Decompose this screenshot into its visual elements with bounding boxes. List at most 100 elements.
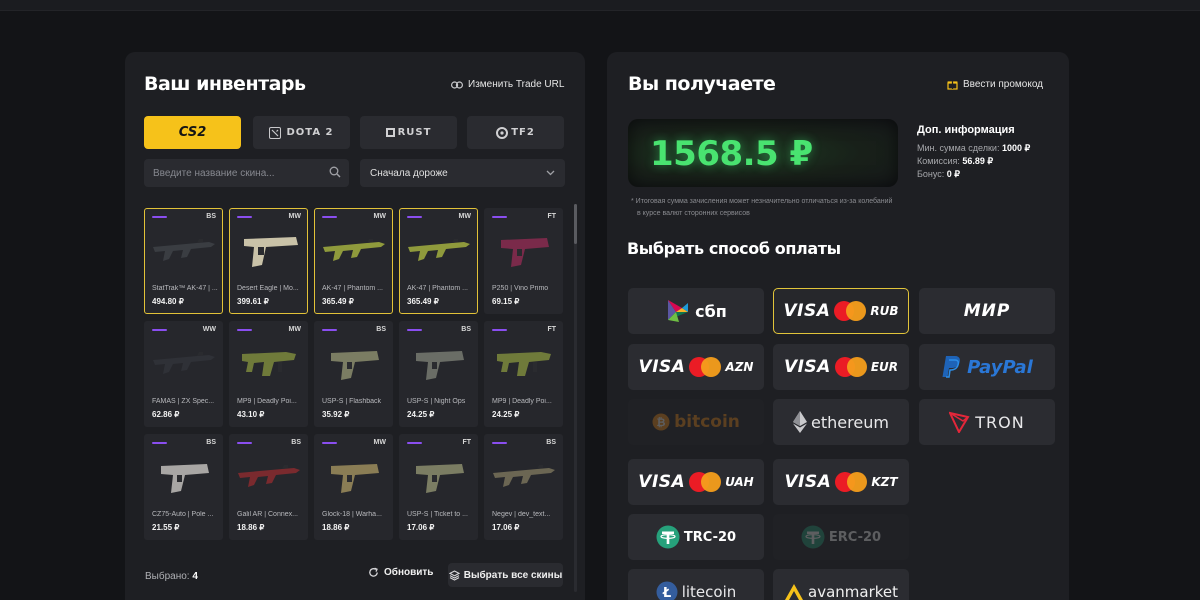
item-price: 399.61 ₽ [237, 297, 269, 306]
item-wear: BS [206, 213, 216, 220]
inventory-scrollbar-thumb[interactable] [574, 204, 577, 244]
tab-dota2[interactable]: DOTA 2 [253, 116, 350, 149]
litecoin-icon: Ł [656, 581, 678, 600]
pay-erc20[interactable]: ERC-20 [773, 514, 909, 560]
pay-visa-eur[interactable]: VISA EUR [773, 344, 909, 390]
change-trade-url-label: Изменить Trade URL [468, 79, 565, 90]
item-price: 69.15 ₽ [492, 297, 520, 306]
selected-label: Выбрано: [145, 571, 190, 582]
pay-sbp[interactable]: сбп [628, 288, 764, 334]
enter-promo-code-link[interactable]: Ввести промокод [947, 79, 1043, 90]
rarity-bar [492, 216, 507, 218]
erc20-label: ERC-20 [828, 529, 882, 545]
inventory-item-card[interactable]: MW Desert Eagle | Mo... 399.61 ₽ [229, 208, 308, 314]
item-name: AK-47 | Phantom ... [407, 285, 468, 292]
item-price: 494.80 ₽ [152, 297, 184, 306]
item-wear: FT [547, 326, 556, 333]
chevron-down-icon [546, 170, 555, 176]
dota-icon [269, 126, 282, 139]
mastercard-icon [834, 357, 867, 377]
inventory-item-card[interactable]: BS StatTrak™ AK-47 | ... 494.80 ₽ [144, 208, 223, 314]
visa-logo: VISA [783, 357, 831, 377]
info-min-deal: Мин. сумма сделки: 1000 ₽ [917, 143, 1030, 154]
pay-litecoin[interactable]: Ł litecoin [628, 569, 764, 600]
rust-label: RUST [397, 127, 432, 138]
currency-eur: EUR [870, 360, 899, 374]
inventory-scrollbar-track[interactable] [574, 204, 577, 592]
pay-ethereum[interactable]: ethereum [773, 399, 909, 445]
weapon-image [491, 451, 557, 503]
pay-visa-azn[interactable]: VISA AZN [628, 344, 764, 390]
selected-count-value: 4 [192, 571, 198, 582]
select-all-skins-button[interactable]: Выбрать все скины [448, 563, 563, 587]
inventory-item-card[interactable]: FT USP-S | Ticket to ... 17.06 ₽ [399, 434, 478, 540]
item-name: StatTrak™ AK-47 | ... [152, 285, 218, 292]
amount-display: 1568.5 ₽ [628, 119, 898, 187]
disclaimer-line-1: * Итоговая сумма зачисления может незнач… [631, 198, 893, 205]
receive-amount: 1568.5 ₽ [650, 134, 813, 174]
pay-visa-uah[interactable]: VISA UAH [628, 459, 764, 505]
weapon-image [406, 338, 472, 390]
promo-label: Ввести промокод [963, 79, 1044, 90]
tab-tf2[interactable]: TF2 [467, 116, 564, 149]
mastercard-icon [834, 301, 867, 321]
item-name: FAMAS | ZX Spec... [152, 398, 215, 405]
pay-avanmarket[interactable]: avanmarket [773, 569, 909, 600]
inventory-item-card[interactable]: MW AK-47 | Phantom ... 365.49 ₽ [399, 208, 478, 314]
inventory-item-card[interactable]: BS CZ75-Auto | Pole ... 21.55 ₽ [144, 434, 223, 540]
mastercard-icon [835, 472, 868, 492]
inventory-item-card[interactable]: WW FAMAS | ZX Spec... 62.86 ₽ [144, 321, 223, 427]
pay-trc20[interactable]: TRC-20 [628, 514, 764, 560]
info-bonus: Бонус: 0 ₽ [917, 169, 960, 180]
tab-rust[interactable]: RUST [360, 116, 457, 149]
pay-tron[interactable]: TRON [919, 399, 1055, 445]
cs2-logo: CS2 [178, 125, 207, 140]
mastercard-icon [689, 472, 722, 492]
inventory-item-card[interactable]: FT P250 | Vino Primo 69.15 ₽ [484, 208, 563, 314]
inventory-item-card[interactable]: BS USP-S | Night Ops 24.25 ₽ [399, 321, 478, 427]
change-trade-url-link[interactable]: Изменить Trade URL [451, 79, 564, 90]
sort-select[interactable]: Сначала дороже [360, 159, 565, 187]
item-price: 35.92 ₽ [322, 410, 350, 419]
pay-paypal[interactable]: PayPal [919, 344, 1055, 390]
inventory-item-card[interactable]: BS Galil AR | Connex... 18.86 ₽ [229, 434, 308, 540]
inventory-item-card[interactable]: MW Glock-18 | Warha... 18.86 ₽ [314, 434, 393, 540]
item-wear: MW [458, 213, 471, 220]
info-commission: Комиссия: 56.89 ₽ [917, 156, 993, 167]
item-wear: MW [288, 326, 301, 333]
item-wear: BS [206, 439, 216, 446]
weapon-image [406, 225, 472, 277]
search-icon[interactable] [329, 166, 341, 178]
info-commission-value: 56.89 ₽ [962, 156, 994, 166]
weapon-image [236, 225, 302, 277]
skin-search-input[interactable] [144, 159, 349, 187]
inventory-item-card[interactable]: FT MP9 | Deadly Poi... 24.25 ₽ [484, 321, 563, 427]
sort-value: Сначала дороже [370, 167, 448, 179]
pay-visa-kzt[interactable]: VISA KZT [773, 459, 909, 505]
ethereum-icon [793, 411, 808, 433]
info-bonus-label: Бонус: [917, 169, 945, 179]
rarity-bar [407, 329, 422, 331]
weapon-image [151, 225, 217, 277]
rarity-bar [407, 216, 422, 218]
currency-kzt: KZT [871, 475, 898, 489]
pay-bitcoin[interactable]: ₿ bitcoin [628, 399, 764, 445]
info-min-deal-value: 1000 ₽ [1001, 143, 1031, 153]
inventory-item-card[interactable]: BS Negev | dev_text... 17.06 ₽ [484, 434, 563, 540]
currency-azn: AZN [725, 360, 754, 374]
avanmarket-icon [784, 583, 804, 600]
visa-logo: VISA [783, 301, 831, 321]
rarity-bar [237, 442, 252, 444]
usdt-icon [656, 525, 680, 549]
inventory-item-card[interactable]: BS USP-S | Flashback 35.92 ₽ [314, 321, 393, 427]
item-price: 18.86 ₽ [322, 523, 350, 532]
rarity-bar [237, 216, 252, 218]
info-commission-label: Комиссия: [917, 156, 960, 166]
refresh-button[interactable]: Обновить [368, 567, 433, 578]
inventory-item-card[interactable]: MW AK-47 | Phantom ... 365.49 ₽ [314, 208, 393, 314]
pay-mir[interactable]: МИР [919, 288, 1055, 334]
tab-cs2[interactable]: CS2 [144, 116, 241, 149]
inventory-item-card[interactable]: MW MP9 | Deadly Poi... 43.10 ₽ [229, 321, 308, 427]
rarity-bar [152, 216, 167, 218]
pay-visa-rub[interactable]: VISA RUB [773, 288, 909, 334]
